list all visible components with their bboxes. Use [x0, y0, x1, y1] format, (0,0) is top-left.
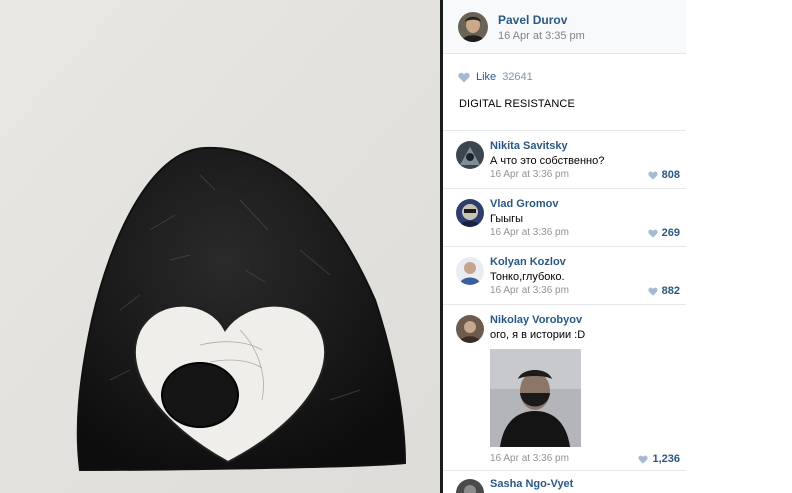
commenter-avatar[interactable] — [456, 315, 484, 343]
comment-like-count: 269 — [661, 227, 680, 239]
heart-icon — [648, 287, 658, 296]
comment-text: Тонко,глубоко. — [490, 271, 565, 283]
like-label: Like — [476, 71, 497, 83]
commenter-name[interactable]: Nikolay Vorobyov — [490, 314, 582, 326]
comment-like-count: 1,236 — [652, 453, 680, 465]
comment-like-button[interactable]: 1,236 — [638, 453, 680, 465]
comment-attached-photo[interactable] — [490, 349, 581, 447]
comment-text: Гыыгы — [490, 213, 524, 225]
comment-text: А что это собственно? — [490, 155, 605, 167]
comment-like-button[interactable]: 808 — [648, 169, 680, 181]
comment-date[interactable]: 16 Apr at 3:36 pm — [490, 227, 569, 238]
post-sidebar: Pavel Durov 16 Apr at 3:35 pm Like 32641… — [443, 0, 686, 493]
comments-list: Nikita Savitsky А что это собственно? 16… — [443, 130, 686, 493]
commenter-name[interactable]: Vlad Gromov — [490, 198, 558, 210]
commenter-avatar[interactable] — [456, 199, 484, 227]
commenter-name[interactable]: Sasha Ngo-Vyet — [490, 478, 573, 490]
comment-like-count: 808 — [661, 169, 680, 181]
heart-icon — [648, 229, 658, 238]
post-text: DIGITAL RESISTANCE — [459, 98, 575, 110]
comment-like-button[interactable]: 269 — [648, 227, 680, 239]
heart-icon — [638, 455, 649, 464]
commenter-name[interactable]: Kolyan Kozlov — [490, 256, 566, 268]
commenter-avatar[interactable] — [456, 141, 484, 169]
author-avatar[interactable] — [458, 12, 488, 42]
like-count: 32641 — [502, 71, 533, 83]
comment-item: Vlad Gromov Гыыгы 16 Apr at 3:36 pm 269 — [443, 189, 686, 247]
heart-icon — [458, 72, 470, 82]
comment-item: Kolyan Kozlov Тонко,глубоко. 16 Apr at 3… — [443, 247, 686, 305]
post-photo[interactable] — [0, 0, 440, 493]
comment-item: Nikita Savitsky А что это собственно? 16… — [443, 131, 686, 189]
comment-item: Sasha Ngo-Vyet — [443, 471, 686, 493]
heart-icon — [648, 171, 658, 180]
commenter-name[interactable]: Nikita Savitsky — [490, 140, 568, 152]
hooded-figure-drawing — [0, 0, 440, 493]
comment-date[interactable]: 16 Apr at 3:36 pm — [490, 169, 569, 180]
comment-item: Nikolay Vorobyov ого, я в истории :D 16 … — [443, 305, 686, 471]
blank-area — [686, 0, 792, 493]
commenter-avatar[interactable] — [456, 257, 484, 285]
author-name[interactable]: Pavel Durov — [498, 13, 567, 27]
comment-like-button[interactable]: 882 — [648, 285, 680, 297]
comment-like-count: 882 — [661, 285, 680, 297]
commenter-avatar[interactable] — [456, 479, 484, 493]
post-header: Pavel Durov 16 Apr at 3:35 pm — [443, 0, 686, 54]
comment-text: ого, я в истории :D — [490, 329, 586, 341]
comment-date[interactable]: 16 Apr at 3:36 pm — [490, 285, 569, 296]
comment-date[interactable]: 16 Apr at 3:36 pm — [490, 453, 569, 464]
post-date[interactable]: 16 Apr at 3:35 pm — [498, 30, 585, 42]
like-button[interactable]: Like 32641 — [458, 70, 533, 84]
